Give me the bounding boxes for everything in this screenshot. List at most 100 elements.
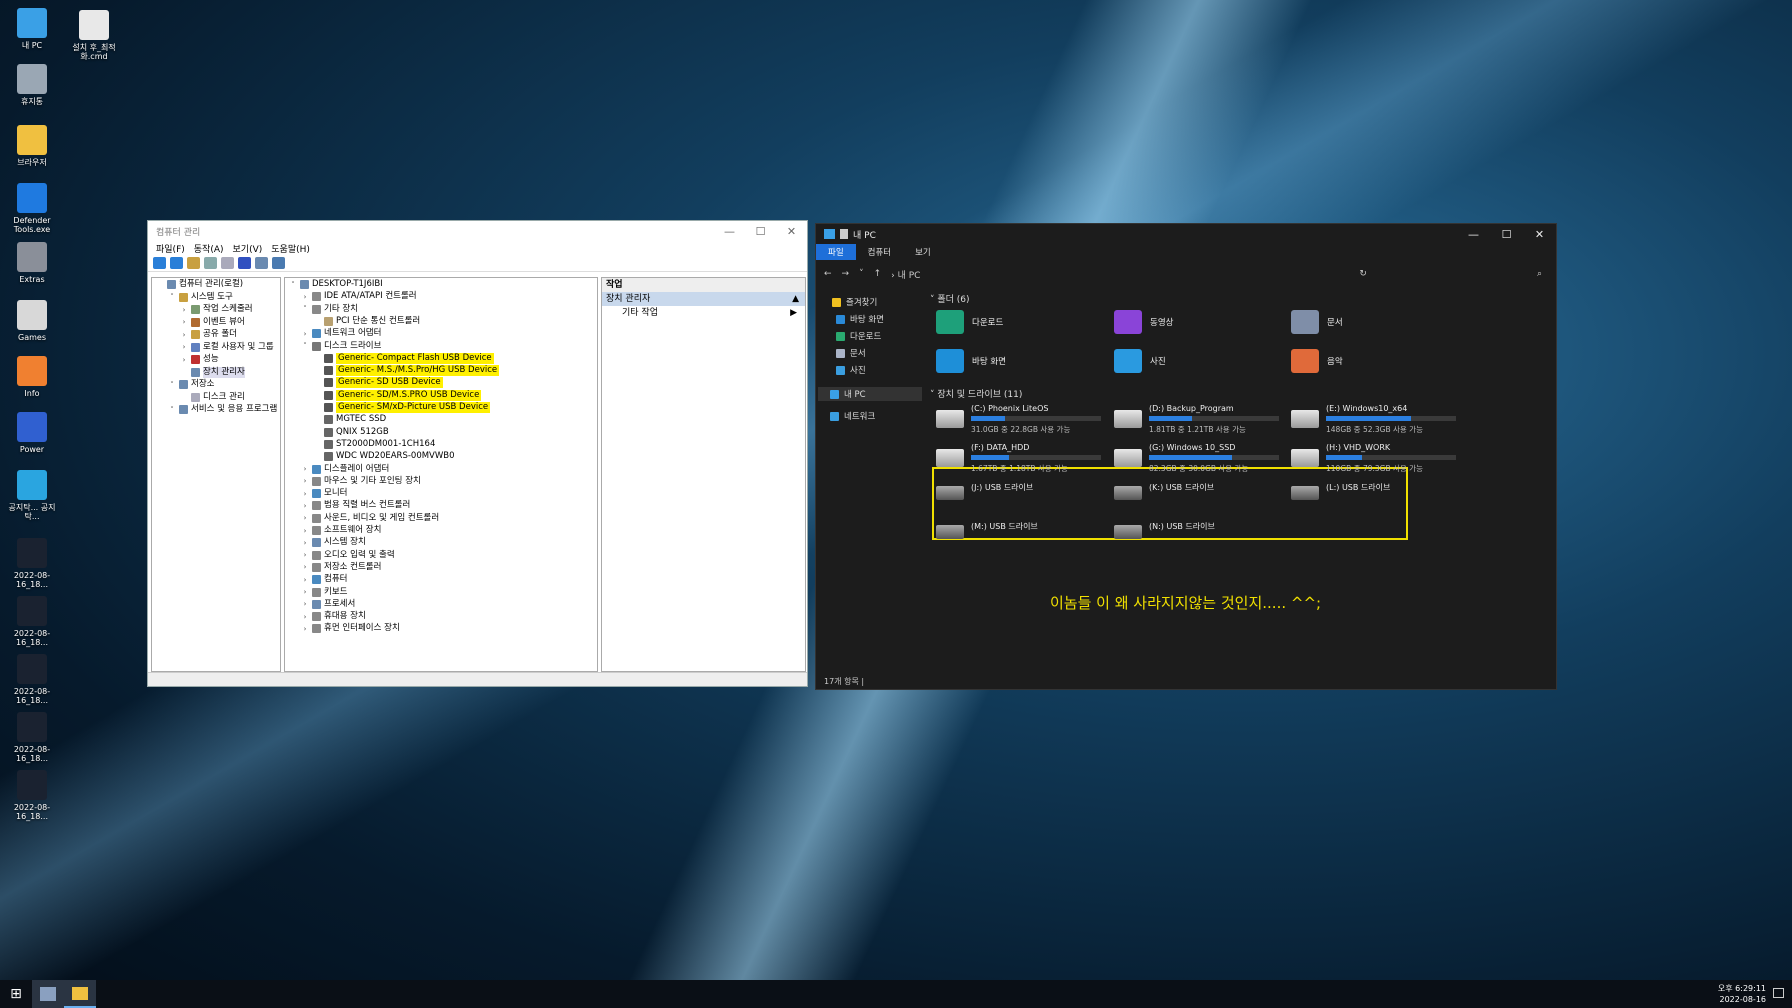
ribbon-tab[interactable]: 컴퓨터 — [856, 244, 903, 260]
usb-drive-item[interactable]: (L:) USB 드라이브 — [1291, 482, 1461, 506]
tree-item[interactable]: › 오디오 입력 및 출력 — [301, 550, 395, 561]
minimize-button[interactable]: — — [1457, 228, 1490, 241]
expand-icon[interactable]: › — [301, 563, 309, 571]
minimize-button[interactable]: — — [714, 225, 745, 238]
expand-icon[interactable]: › — [301, 465, 309, 473]
expand-icon[interactable] — [313, 428, 321, 436]
nav-item[interactable]: 문서 — [836, 347, 866, 359]
tree-item[interactable]: › 시스템 장치 — [301, 537, 366, 548]
close-button[interactable]: ✕ — [1523, 228, 1556, 241]
collapse-icon[interactable]: ▲ — [792, 292, 805, 306]
breadcrumb[interactable]: › 내 PC — [891, 268, 920, 281]
notification-icon[interactable] — [1773, 988, 1784, 998]
tree-item[interactable]: › 네트워크 어댑터 — [301, 328, 381, 339]
ribbon-tab[interactable]: 보기 — [903, 244, 943, 260]
expand-icon[interactable]: › — [301, 588, 309, 596]
tree-item[interactable]: › 휴먼 인터페이스 장치 — [301, 623, 400, 634]
expand-icon[interactable]: › — [301, 551, 309, 559]
tree-item[interactable]: ST2000DM001-1CH164 — [313, 439, 435, 450]
expand-icon[interactable]: › — [301, 576, 309, 584]
chevron-down-icon[interactable]: ˅ — [859, 269, 864, 279]
usb-drive-item[interactable]: (M:) USB 드라이브 — [936, 521, 1106, 545]
maximize-button[interactable]: ☐ — [1490, 228, 1523, 241]
menu-item[interactable]: 도움말(H) — [271, 242, 310, 255]
tree-item[interactable]: › 컴퓨터 — [301, 574, 347, 585]
back-icon[interactable]: ← — [824, 269, 832, 279]
desktop-icon[interactable]: 내 PC — [4, 8, 60, 50]
tree-item[interactable]: › 프로세서 — [301, 599, 355, 610]
nav-item[interactable]: 네트워크 — [830, 410, 875, 422]
actions-selected[interactable]: 장치 관리자 ▲ — [602, 292, 805, 306]
tree-item[interactable]: › 로컬 사용자 및 그룹 — [180, 342, 274, 353]
desktop-icon[interactable]: 2022-08-16_18... — [4, 538, 60, 589]
taskbar-app-explorer[interactable] — [64, 980, 96, 1008]
tree-item[interactable]: 디스크 관리 — [180, 392, 245, 403]
tree-item[interactable]: 컴퓨터 관리(로컬) — [156, 279, 243, 290]
more-actions[interactable]: 기타 작업 ▶ — [602, 306, 805, 320]
desktop-icon[interactable]: Extras — [4, 242, 60, 284]
folders-header[interactable]: ˅ 폴더 (6) — [930, 292, 970, 305]
menu-item[interactable]: 동작(A) — [194, 242, 224, 255]
tree-item[interactable]: QNIX 512GB — [313, 427, 389, 438]
tree-item[interactable]: ˅ DESKTOP-T1J6IBI — [289, 279, 383, 290]
nav-item[interactable]: 즐겨찾기 — [832, 296, 877, 308]
expand-icon[interactable] — [313, 354, 321, 362]
tree-item[interactable]: › 키보드 — [301, 587, 347, 598]
file-explorer-window[interactable]: 내 PC — ☐ ✕ 파일 컴퓨터 보기 ← → ˅ ↑ › 내 PC ↻ ⌕ 즐겨찾기… — [815, 223, 1557, 690]
expand-icon[interactable]: › — [180, 306, 188, 314]
expand-icon[interactable] — [313, 379, 321, 387]
folder-item[interactable]: 동영상 — [1114, 310, 1173, 334]
tree-item[interactable]: MGTEC SSD — [313, 414, 386, 425]
view-icon[interactable] — [255, 257, 268, 269]
expand-icon[interactable]: ˅ — [301, 305, 309, 313]
drive-item[interactable]: (C:) Phoenix LiteOS 31.0GB 중 22.8GB 사용 가능 — [936, 404, 1106, 436]
tree-item[interactable]: Generic- M.S./M.S.Pro/HG USB Device — [313, 365, 500, 377]
expand-icon[interactable]: › — [301, 330, 309, 338]
folder-item[interactable]: 사진 — [1114, 349, 1166, 373]
tree-item[interactable]: › 모니터 — [301, 488, 347, 499]
desktop-icon[interactable]: 2022-08-16_18... — [4, 654, 60, 705]
expand-icon[interactable]: ˅ — [168, 381, 176, 389]
folder-item[interactable]: 음악 — [1291, 349, 1343, 373]
expand-icon[interactable]: › — [301, 293, 309, 301]
expand-icon[interactable]: › — [180, 318, 188, 326]
desktop-icon[interactable]: 2022-08-16_18... — [4, 596, 60, 647]
nav-item[interactable]: 바탕 화면 — [836, 313, 884, 325]
tree-item[interactable]: › 마우스 및 기타 포인팅 장치 — [301, 476, 421, 487]
refresh-icon[interactable]: ↻ — [1359, 269, 1367, 279]
taskbar-app-mmc[interactable] — [32, 980, 64, 1008]
tree-item[interactable]: › 사운드, 비디오 및 게임 컨트롤러 — [301, 513, 439, 524]
desktop-icon[interactable]: Games — [4, 300, 60, 342]
expand-icon[interactable]: › — [301, 490, 309, 498]
usb-drive-item[interactable]: (K:) USB 드라이브 — [1114, 482, 1284, 506]
expand-icon[interactable] — [313, 317, 321, 325]
tree-item[interactable]: › 성능 — [180, 354, 219, 365]
expand-icon[interactable]: › — [301, 477, 309, 485]
expand-icon[interactable]: › — [180, 343, 188, 351]
nav-item[interactable]: 다운로드 — [836, 330, 881, 342]
computer-management-window[interactable]: 컴퓨터 관리 — ☐ ✕ 파일(F) 동작(A) 보기(V) 도움말(H) 컴퓨터 관리(… — [147, 220, 808, 687]
tree-item[interactable]: ˅ 시스템 도구 — [168, 292, 233, 303]
search-icon[interactable]: ⌕ — [1537, 269, 1542, 279]
expand-icon[interactable]: › — [301, 514, 309, 522]
tree-item[interactable]: › 작업 스케줄러 — [180, 304, 253, 315]
tree-item[interactable]: Generic- SD/M.S.PRO USB Device — [313, 389, 482, 401]
tree-item[interactable]: › 디스플레이 어댑터 — [301, 464, 389, 475]
tree-item[interactable]: ˅ 디스크 드라이브 — [301, 341, 381, 352]
expand-icon[interactable]: › — [301, 539, 309, 547]
expand-icon[interactable]: › — [301, 613, 309, 621]
tree-item[interactable]: Generic- SD USB Device — [313, 377, 443, 389]
expand-icon[interactable] — [313, 367, 321, 375]
tree-item[interactable]: Generic- Compact Flash USB Device — [313, 352, 494, 364]
tree-item[interactable]: PCI 단순 통신 컨트롤러 — [313, 316, 420, 327]
clock[interactable]: 오후 6:29:11 2022-08-16 — [1718, 983, 1766, 1005]
drive-item[interactable]: (G:) Windows 10_SSD 82.3GB 중 30.0GB 사용 가능 — [1114, 443, 1284, 475]
drive-item[interactable]: (F:) DATA_HDD 1.67TB 중 1.18TB 사용 가능 — [936, 443, 1106, 475]
help-icon[interactable] — [238, 257, 251, 269]
console-icon[interactable] — [204, 257, 217, 269]
expand-icon[interactable] — [313, 391, 321, 399]
desktop-icon[interactable]: 2022-08-16_18... — [4, 712, 60, 763]
tree-item[interactable]: 장치 관리자 — [180, 366, 245, 378]
start-button[interactable]: ⊞ — [0, 980, 32, 1008]
nav-item[interactable]: 사진 — [836, 364, 866, 376]
